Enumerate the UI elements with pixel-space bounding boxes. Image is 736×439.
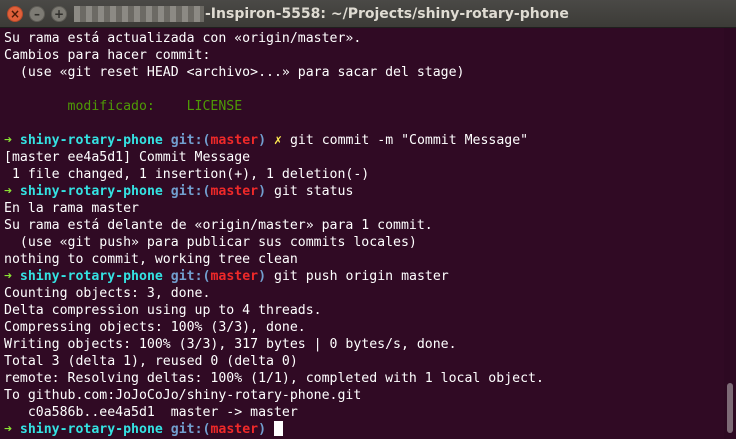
dirty-mark-icon: ✗ (274, 133, 282, 148)
prompt-branch: master (210, 422, 259, 437)
prompt-arrow-icon: ➜ (4, 422, 12, 437)
prompt-repo: shiny-rotary-phone (19, 184, 163, 199)
prompt-branch: master (210, 184, 259, 199)
terminal-window: × – + -Inspiron-5558: ~/Projects/shiny-r… (0, 0, 736, 439)
prompt-line[interactable]: ➜ shiny-rotary-phone git:(master) (4, 421, 284, 438)
output-line: Compressing objects: 100% (3/3), done. (4, 320, 306, 335)
output-line: Su rama está actualizada con «origin/mas… (4, 31, 362, 46)
output-line: Su rama está delante de «origin/master» … (4, 218, 433, 233)
prompt-branch: master (210, 133, 259, 148)
close-button[interactable]: × (7, 6, 23, 22)
maximize-button[interactable]: + (51, 6, 67, 22)
modified-file-line: modificado: LICENSE (4, 99, 243, 114)
prompt-git-open: git:( (170, 184, 211, 199)
prompt-branch: master (210, 269, 259, 284)
output-line: Delta compression using up to 4 threads. (4, 303, 322, 318)
minimize-button[interactable]: – (29, 6, 45, 22)
output-line: c0a586b..ee4a5d1 master -> master (4, 405, 298, 420)
output-line: (use «git reset HEAD <archivo>...» para … (4, 65, 465, 80)
prompt-repo: shiny-rotary-phone (19, 133, 163, 148)
maximize-icon: + (53, 7, 65, 21)
prompt-arrow-icon: ➜ (4, 133, 12, 148)
redacted-username (74, 6, 204, 22)
close-icon: × (9, 7, 21, 21)
output-line: Writing objects: 100% (3/3), 317 bytes |… (4, 337, 457, 352)
prompt-arrow-icon: ➜ (4, 269, 12, 284)
title-bar[interactable]: × – + -Inspiron-5558: ~/Projects/shiny-r… (0, 0, 736, 28)
output-line: (use «git push» para publicar sus commit… (4, 235, 417, 250)
prompt-git-close: ) (258, 269, 267, 284)
output-line: Counting objects: 3, done. (4, 286, 211, 301)
prompt-arrow-icon: ➜ (4, 184, 12, 199)
prompt-git-close: ) (258, 184, 267, 199)
prompt-line: ➜ shiny-rotary-phone git:(master) ✗ git … (4, 132, 528, 149)
prompt-git-open: git:( (170, 133, 211, 148)
output-line: 1 file changed, 1 insertion(+), 1 deleti… (4, 167, 370, 182)
command-text: git push origin master (274, 269, 449, 284)
output-line: To github.com:JoJoCoJo/shiny-rotary-phon… (4, 388, 362, 403)
prompt-repo: shiny-rotary-phone (19, 269, 163, 284)
output-line: remote: Resolving deltas: 100% (1/1), co… (4, 371, 544, 386)
minimize-icon: – (34, 7, 40, 21)
command-text: git status (274, 184, 354, 199)
output-line: Total 3 (delta 1), reused 0 (delta 0) (4, 354, 298, 369)
output-line: nothing to commit, working tree clean (4, 252, 298, 267)
prompt-line: ➜ shiny-rotary-phone git:(master) git pu… (4, 268, 449, 285)
text-cursor (274, 421, 284, 436)
prompt-repo: shiny-rotary-phone (19, 422, 163, 437)
scrollbar-thumb[interactable] (727, 383, 733, 433)
prompt-git-close: ) (258, 133, 267, 148)
command-text: git commit -m "Commit Message" (289, 133, 529, 148)
terminal-content[interactable]: Su rama está actualizada con «origin/mas… (0, 28, 724, 439)
prompt-git-close: ) (258, 422, 267, 437)
output-line: Cambios para hacer commit: (4, 48, 211, 63)
output-line: En la rama master (4, 201, 139, 216)
window-title: -Inspiron-5558: ~/Projects/shiny-rotary-… (205, 6, 569, 22)
scrollbar[interactable] (724, 28, 736, 439)
prompt-line: ➜ shiny-rotary-phone git:(master) git st… (4, 183, 353, 200)
prompt-git-open: git:( (170, 422, 211, 437)
output-line: [master ee4a5d1] Commit Message (4, 150, 251, 165)
prompt-git-open: git:( (170, 269, 211, 284)
